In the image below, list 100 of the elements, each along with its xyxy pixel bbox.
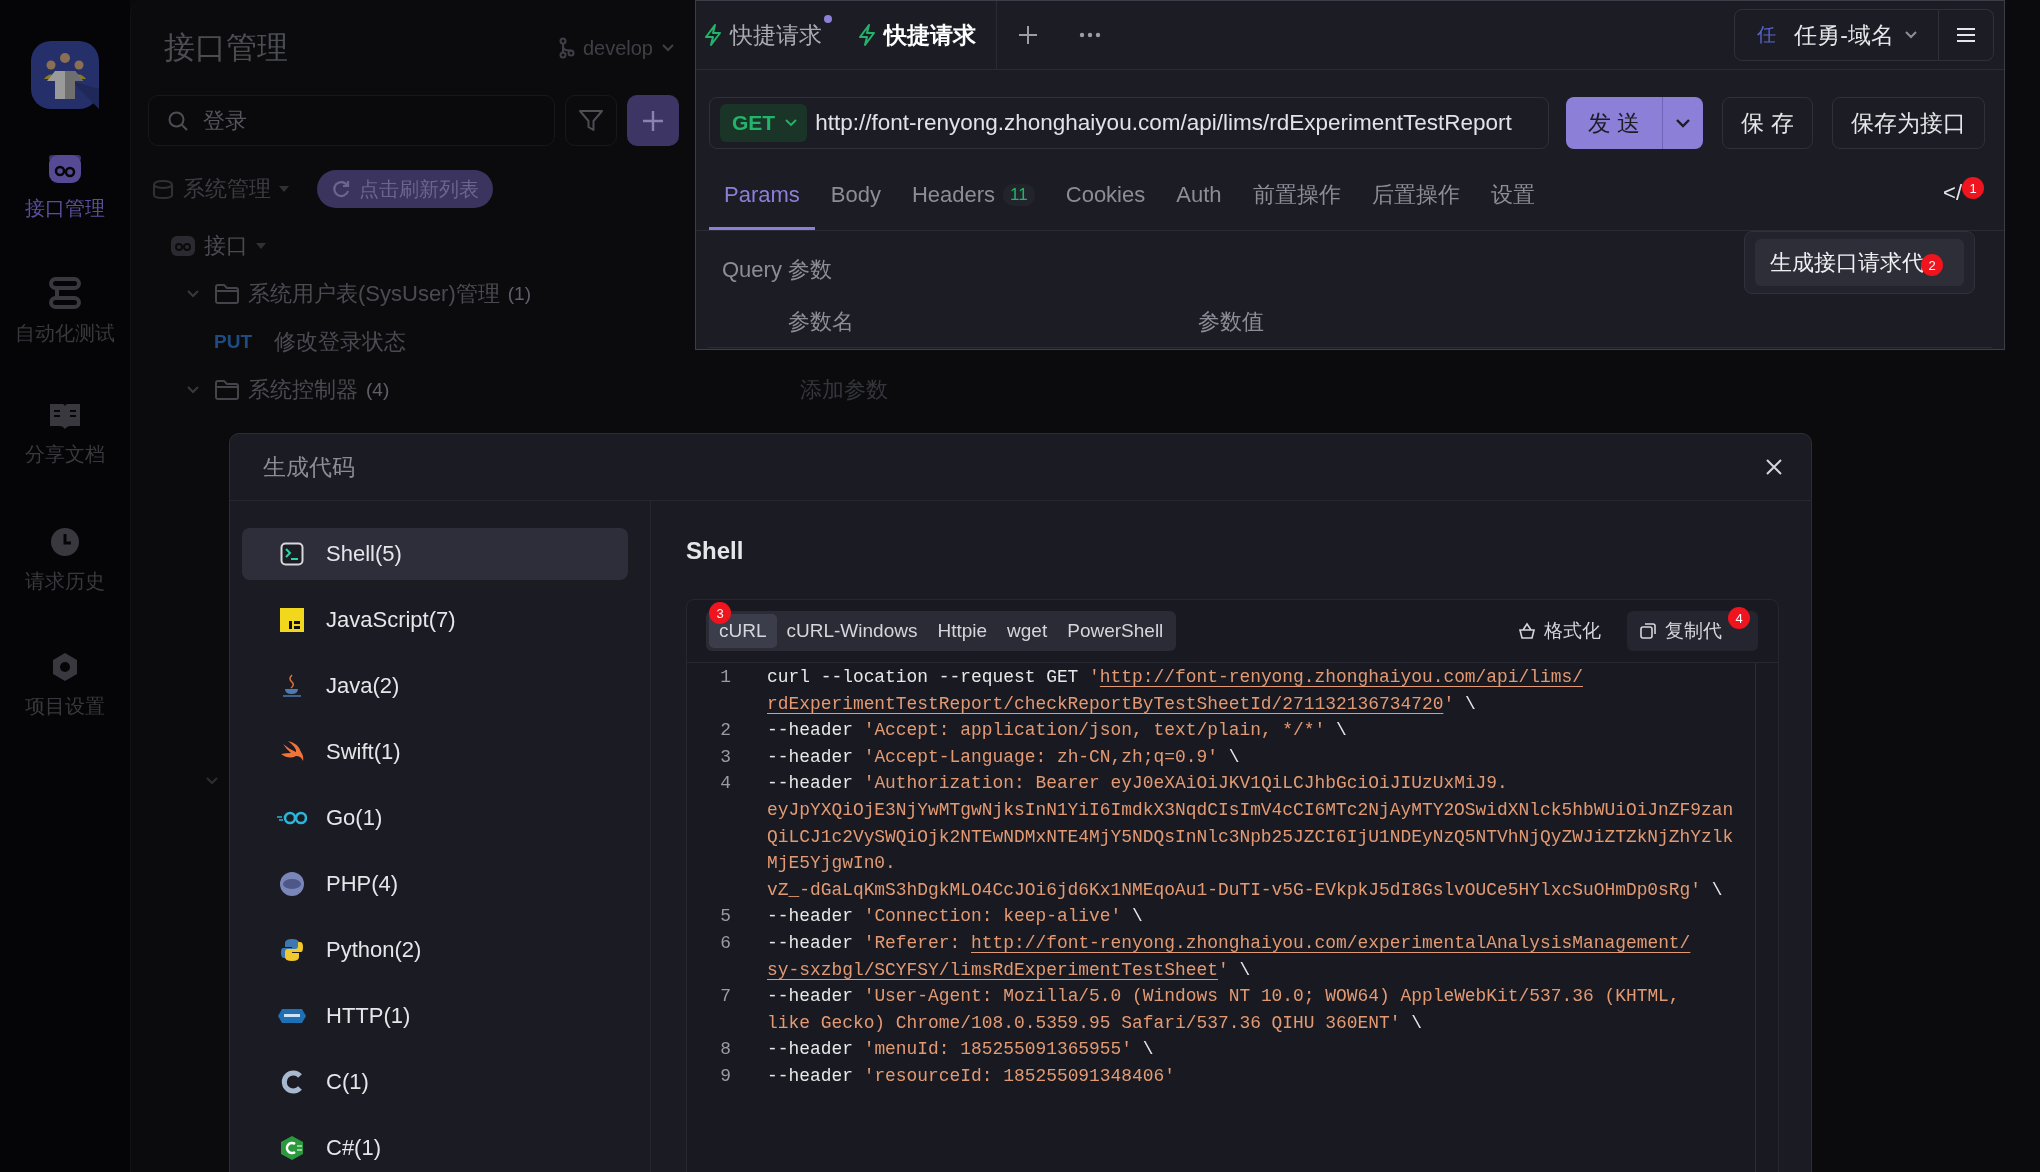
branch-icon	[558, 37, 575, 59]
snippet-tab[interactable]: cURL-Windows	[776, 614, 928, 648]
basket-icon	[1518, 622, 1536, 640]
language-item[interactable]: HTTP(1)	[242, 990, 628, 1042]
app-logo	[31, 41, 99, 109]
environment-selector[interactable]: 任 任勇-域名	[1734, 9, 1939, 61]
language-item[interactable]: Swift(1)	[242, 726, 628, 778]
column-header: 参数值	[1198, 308, 1264, 336]
copy-icon	[1639, 622, 1657, 640]
panel-title: 接口管理	[164, 29, 288, 67]
code-line: --header 'Accept: application/json, text/plain, */*' \	[767, 719, 1347, 743]
params-tab[interactable]: 设置	[1475, 162, 1550, 230]
code-link[interactable]: rdExperimentTestReport/checkReportByTestSheetId/271132136734720	[767, 693, 1444, 714]
code-line: like Gecko) Chrome/108.0.5359.95 Safari/537.36 QIHU 360ENT' \	[767, 1011, 1423, 1035]
line-number: 4	[719, 772, 732, 796]
javascript-icon	[280, 608, 304, 632]
plus-icon	[1018, 25, 1038, 45]
language-item[interactable]: Shell(5)	[242, 528, 628, 580]
section-heading: Shell	[686, 536, 745, 566]
code-line: --header 'Authorization: Bearer eyJ0eXAiOiJKV1QiLCJhbGciOiJIUzUxMiJ9.	[767, 772, 1509, 796]
chevron-down-icon	[1904, 30, 1918, 40]
snippet-tab[interactable]: wget	[997, 614, 1058, 648]
save-button[interactable]: 保 存	[1722, 97, 1813, 149]
params-tab[interactable]: 后置操作	[1356, 162, 1475, 230]
step-badge: 1	[1962, 177, 1984, 199]
section-title: Query 参数	[722, 256, 833, 284]
params-tab[interactable]: Body	[815, 162, 896, 230]
line-number: 1	[719, 666, 732, 689]
code-line: --header 'Accept-Language: zh-CN,zh;q=0.9' \	[767, 745, 1240, 769]
chevron-down-icon	[661, 43, 675, 53]
database-icon	[151, 177, 175, 201]
chevron-down-icon	[785, 119, 798, 127]
format-button[interactable]: 格式化	[1506, 612, 1613, 650]
language-item[interactable]: Python(2)	[242, 924, 628, 976]
params-tab[interactable]: Auth	[1161, 162, 1237, 230]
line-number: 3	[719, 745, 732, 769]
line-number: 2	[719, 719, 732, 743]
menu-button[interactable]	[1939, 9, 1994, 61]
code-button[interactable]: </	[1943, 180, 1962, 206]
environment-avatar: 任	[1757, 23, 1777, 47]
api-icon	[170, 234, 196, 258]
line-number: 6	[719, 931, 732, 955]
csharp-icon	[279, 1135, 305, 1161]
line-number: 8	[719, 1038, 732, 1062]
dialog-title: 生成代码	[263, 452, 355, 482]
language-item[interactable]: Go(1)	[242, 792, 628, 844]
code-link[interactable]: http://font-renyong.zhonghaiyou.com/experimentalAnalysisManagement/	[971, 932, 1691, 953]
params-tab[interactable]: Params	[709, 162, 815, 230]
close-icon	[1765, 458, 1783, 476]
column-header: 参数名	[788, 308, 855, 336]
code-line: vZ_-dGaLqKmS3hDgkMLO4CcJOi6jd6Kx1NMEqoAu1-DuTI-v5G-EVkpkJ5dI8GslvOUCe5HYlxcSuOHmDp0sRg' \	[767, 878, 1724, 902]
line-number: 7	[719, 985, 732, 1009]
http-icon	[278, 1008, 306, 1024]
step-badge: 4	[1728, 607, 1750, 629]
send-button[interactable]: 发 送	[1566, 97, 1704, 149]
language-item[interactable]: PHP(4)	[242, 858, 628, 910]
code-line: --header 'User-Agent: Mozilla/5.0 (Windows NT 10.0; WOW64) AppleWebKit/537.36 (KHTML,	[767, 985, 1680, 1009]
refresh-icon	[331, 179, 351, 199]
params-tab[interactable]: Headers 11	[896, 162, 1050, 230]
code-line: MjE5YjgwIn0.	[767, 852, 897, 876]
clock-icon	[49, 526, 81, 558]
code-link[interactable]: http://font-renyong.zhonghaiyou.com/api/lims/	[1099, 667, 1583, 687]
code-line: --header 'Referer: http://font-renyong.zhonghaiyou.com/experimentalAnalysisManagement/	[767, 931, 1691, 955]
request-tab[interactable]: 快捷请求	[696, 1, 840, 69]
lightning-icon	[858, 24, 876, 46]
search-icon	[167, 109, 189, 132]
filter-icon	[578, 108, 604, 133]
close-button[interactable]	[1765, 458, 1783, 476]
language-item[interactable]: C(1)	[242, 1056, 628, 1108]
params-tab[interactable]: 前置操作	[1237, 162, 1356, 230]
language-item[interactable]: Java(2)	[242, 660, 628, 712]
lightning-icon	[704, 24, 722, 46]
chevron-down-icon	[1675, 118, 1692, 128]
code-line: curl --location --request GET 'http://font-renyong.zhonghaiyou.com/api/lims/	[767, 666, 1583, 689]
menu-icon	[1956, 27, 1976, 43]
code-link[interactable]: sy-sxzbgl/SCYFSY/limsRdExperimentTestSheet	[767, 959, 1218, 980]
code-line: --header 'Connection: keep-alive' \	[767, 905, 1143, 929]
language-item[interactable]: JavaScript(7)	[242, 594, 628, 646]
code-line: QiLCJ1c2VySWQiOjk2NTEwNDMxNTE4MjY5NDQsInNlc3Npb25JZCI6IjU1NDEyNzQ5NTVhNjQyZWJiZTZkNjZhYzlk	[767, 825, 1734, 849]
caret-down-icon	[256, 242, 266, 250]
step-badge: 3	[709, 602, 731, 624]
snippet-tab[interactable]: Httpie	[927, 614, 998, 648]
save-as-button[interactable]: 保存为接口	[1831, 97, 1985, 149]
book-icon	[48, 401, 82, 431]
line-number: 5	[719, 905, 732, 929]
params-tab[interactable]: Cookies	[1050, 162, 1161, 230]
terminal-icon	[280, 542, 304, 566]
snippet-tab[interactable]: PowerShell	[1057, 614, 1174, 648]
language-item[interactable]: C#(1)	[242, 1122, 628, 1172]
caret-down-icon	[279, 185, 289, 193]
code-line: rdExperimentTestReport/checkReportByTestSheetId/271132136734720' \	[767, 692, 1477, 716]
add-button[interactable]	[627, 95, 679, 146]
go-icon	[277, 811, 307, 825]
line-number: 9	[719, 1064, 732, 1088]
url-field[interactable]: GET http://font-renyong.zhonghaiyou.com/api/lims/rdExperimentTestReport	[709, 97, 1549, 149]
count-badge: 11	[1003, 183, 1035, 206]
coffee-cup-icon	[280, 673, 304, 699]
folder-icon	[214, 379, 240, 401]
server-icon	[47, 276, 83, 310]
method-selector[interactable]: GET	[720, 104, 808, 142]
